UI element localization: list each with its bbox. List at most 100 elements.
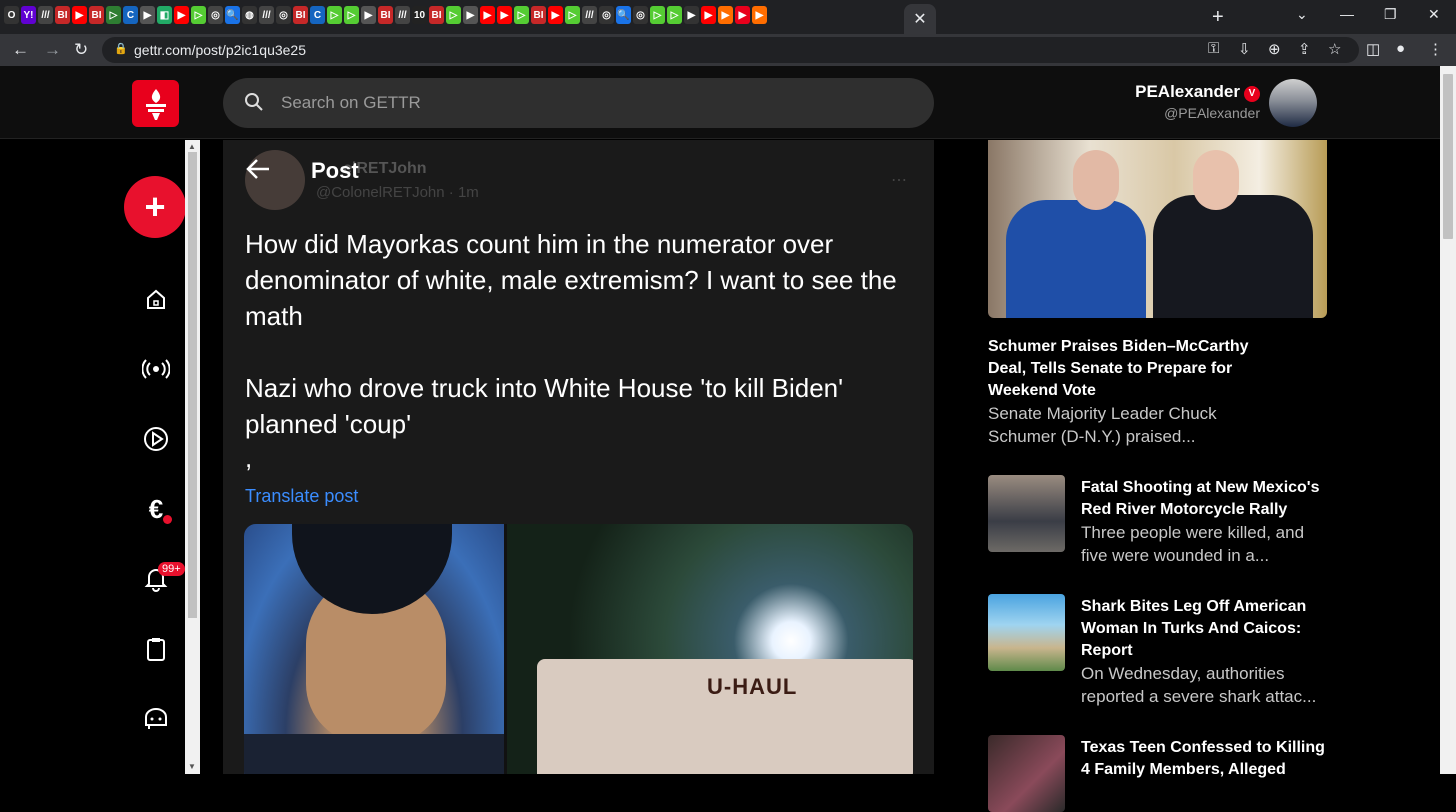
- news-desc: On Wednesday, authorities reported a sev…: [1081, 664, 1317, 706]
- tab-favicon[interactable]: ///: [259, 6, 274, 24]
- tab-favicon[interactable]: ▷: [446, 6, 461, 24]
- lead-news-title[interactable]: Schumer Praises Biden–McCarthy Deal, Tel…: [988, 336, 1278, 402]
- verified-badge-icon: V: [1244, 85, 1260, 102]
- lead-news-image[interactable]: [988, 140, 1327, 318]
- tab-favicon[interactable]: BI: [293, 6, 308, 24]
- compose-button[interactable]: +: [124, 176, 186, 238]
- tab-favicon[interactable]: BI: [531, 6, 546, 24]
- news-title[interactable]: Fatal Shooting at New Mexico's Red River…: [1081, 477, 1331, 521]
- profile-icon[interactable]: ●: [1396, 40, 1405, 57]
- tab-favicon[interactable]: ▶: [701, 6, 716, 24]
- tab-favicon[interactable]: ▶: [497, 6, 512, 24]
- install-icon[interactable]: ⇩: [1238, 40, 1251, 58]
- tab-favicon[interactable]: ///: [395, 6, 410, 24]
- page-scroll-thumb[interactable]: [1443, 74, 1453, 239]
- tab-favicon[interactable]: ▶: [718, 6, 733, 24]
- tab-favicon[interactable]: 🔍: [225, 6, 240, 24]
- tab-favicon[interactable]: ▶: [361, 6, 376, 24]
- key-icon[interactable]: ⚿: [1208, 40, 1219, 57]
- tab-search-button[interactable]: ⌄: [1296, 6, 1308, 23]
- address-bar[interactable]: 🔒 gettr.com/post/p2ic1qu3e25: [102, 37, 1359, 63]
- search-bar[interactable]: [223, 78, 934, 128]
- back-arrow-icon[interactable]: [245, 158, 271, 187]
- tab-favicon[interactable]: ///: [582, 6, 597, 24]
- tab-favicon[interactable]: BI: [55, 6, 70, 24]
- more-options-icon[interactable]: ⋯: [891, 170, 907, 190]
- search-input[interactable]: [281, 90, 881, 116]
- play-circle-icon[interactable]: [141, 424, 171, 454]
- sidebar-scroll-thumb[interactable]: [188, 152, 197, 618]
- tab-favicon[interactable]: Y!: [21, 6, 36, 24]
- page-scrollbar[interactable]: [1440, 66, 1456, 774]
- earnings-dot: [163, 515, 172, 524]
- user-info[interactable]: PEAlexander V @PEAlexander: [1135, 82, 1260, 121]
- tab-favicon[interactable]: 10: [412, 6, 427, 24]
- tab-favicon[interactable]: ◎: [208, 6, 223, 24]
- tab-favicon[interactable]: ▶: [480, 6, 495, 24]
- tab-favicon[interactable]: ▷: [327, 6, 342, 24]
- forward-arrow-icon[interactable]: →: [44, 40, 61, 60]
- tab-favicon[interactable]: ◧: [157, 6, 172, 24]
- active-tab-close-button[interactable]: ✕: [904, 4, 936, 34]
- tab-favicon[interactable]: 🔍: [616, 6, 631, 24]
- tab-favicon[interactable]: ///: [38, 6, 53, 24]
- tab-favicon[interactable]: ▶: [548, 6, 563, 24]
- tab-favicon[interactable]: ▶: [752, 6, 767, 24]
- news-title[interactable]: Texas Teen Confessed to Killing 4 Family…: [1081, 737, 1331, 781]
- tab-favicon[interactable]: ▷: [344, 6, 359, 24]
- truck-image[interactable]: U-HAUL: [507, 524, 913, 774]
- minimize-button[interactable]: —: [1340, 6, 1354, 22]
- sidebar-scrollbar[interactable]: ▲ ▼: [185, 140, 200, 774]
- reload-icon[interactable]: ↻: [74, 40, 88, 60]
- maximize-button[interactable]: ❐: [1384, 6, 1397, 23]
- tab-favicon[interactable]: ▷: [565, 6, 580, 24]
- new-tab-button[interactable]: +: [1212, 6, 1224, 29]
- clipboard-icon[interactable]: [141, 634, 171, 664]
- news-panel: Schumer Praises Biden–McCarthy Deal, Tel…: [988, 140, 1331, 812]
- share-icon[interactable]: ⇪: [1298, 40, 1311, 58]
- back-arrow-icon[interactable]: ←: [12, 40, 29, 60]
- tab-favicon[interactable]: ▶: [684, 6, 699, 24]
- zoom-icon[interactable]: ⊕: [1268, 40, 1281, 58]
- tab-favicon[interactable]: ▶: [174, 6, 189, 24]
- scroll-up-arrow-icon[interactable]: ▲: [188, 142, 196, 151]
- lock-icon: 🔒: [114, 43, 128, 55]
- site-header: PEAlexanderV @PEAlexander: [0, 66, 1440, 139]
- tab-favicon[interactable]: O: [4, 6, 19, 24]
- tab-favicon[interactable]: ◎: [599, 6, 614, 24]
- tab-favicon[interactable]: BI: [89, 6, 104, 24]
- tab-favicon[interactable]: ▷: [191, 6, 206, 24]
- tab-favicon[interactable]: ▷: [650, 6, 665, 24]
- close-window-button[interactable]: ✕: [1428, 6, 1440, 23]
- tab-favicon[interactable]: ◎: [633, 6, 648, 24]
- tab-favicon[interactable]: ▶: [72, 6, 87, 24]
- tab-favicon[interactable]: ◍: [242, 6, 257, 24]
- news-thumbnail[interactable]: [988, 475, 1065, 552]
- portrait-image[interactable]: [244, 524, 504, 774]
- bookmark-star-icon[interactable]: ☆: [1328, 40, 1341, 58]
- news-thumbnail[interactable]: [988, 594, 1065, 671]
- home-icon[interactable]: [141, 285, 171, 315]
- tab-favicon[interactable]: C: [310, 6, 325, 24]
- menu-kebab-icon[interactable]: ⋮: [1428, 40, 1443, 58]
- scroll-down-arrow-icon[interactable]: ▼: [188, 762, 196, 771]
- tab-favicon[interactable]: ▶: [463, 6, 478, 24]
- tab-favicon[interactable]: ▶: [735, 6, 750, 24]
- news-title[interactable]: Shark Bites Leg Off American Woman In Tu…: [1081, 596, 1331, 662]
- tab-favicon[interactable]: ▷: [514, 6, 529, 24]
- tab-favicon[interactable]: ▷: [667, 6, 682, 24]
- tab-favicon[interactable]: BI: [429, 6, 444, 24]
- side-panel-icon[interactable]: ◫: [1366, 40, 1380, 58]
- user-avatar[interactable]: [1269, 79, 1317, 127]
- broadcast-icon[interactable]: [141, 354, 171, 384]
- tab-favicon[interactable]: C: [123, 6, 138, 24]
- tab-favicon[interactable]: ▶: [140, 6, 155, 24]
- translate-post-link[interactable]: Translate post: [245, 486, 358, 507]
- chat-icon[interactable]: [141, 704, 171, 734]
- browser-tabstrip: O Y!///BI ▶ BI ▷ C ▶ ◧ ▶ ▷ ◎ 🔍 ◍///◎ BI C ▷ ▷ ▶ BI///10 BI ▷…: [0, 0, 1456, 34]
- gettr-logo[interactable]: [132, 80, 179, 127]
- tab-favicon[interactable]: ▷: [106, 6, 121, 24]
- tab-favicon[interactable]: ◎: [276, 6, 291, 24]
- tab-favicon[interactable]: BI: [378, 6, 393, 24]
- post-media[interactable]: U-HAUL: [244, 524, 913, 774]
